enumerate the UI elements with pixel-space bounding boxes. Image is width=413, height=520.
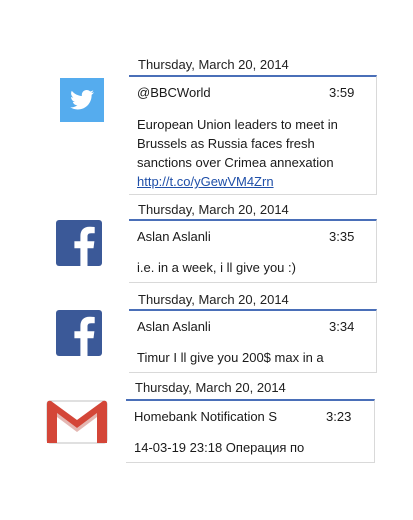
- message-line: Brussels as Russia faces fresh: [137, 136, 315, 151]
- notification-date: Thursday, March 20, 2014: [138, 202, 289, 217]
- message-line: European Union leaders to meet in: [137, 117, 338, 132]
- notification-card[interactable]: Aslan Aslanli 3:35 i.e. in a week, i ll …: [129, 219, 377, 283]
- facebook-f-icon: [56, 310, 102, 356]
- message-line: sanctions over Crimea annexation: [137, 155, 334, 170]
- tweet-link[interactable]: http://t.co/yGewVM4Zrn: [137, 172, 373, 191]
- notification-time: 3:23: [326, 409, 352, 424]
- message-body: 14-03-19 23:18 Операция по: [134, 440, 305, 455]
- twitter-bird-icon: [60, 78, 104, 122]
- sender-name: Homebank Notification S: [134, 409, 278, 424]
- notification-date: Thursday, March 20, 2014: [138, 57, 289, 72]
- notification-card[interactable]: @BBCWorld 3:59 European Union leaders to…: [129, 75, 377, 195]
- notification-time: 3:34: [329, 319, 355, 334]
- gmail-envelope-icon: [46, 399, 108, 445]
- notification-card[interactable]: Homebank Notification S 3:23 14-03-19 23…: [126, 399, 375, 463]
- sender-name: Aslan Aslanli: [137, 319, 211, 334]
- message-body: i.e. in a week, i ll give you :): [137, 260, 296, 275]
- notification-card[interactable]: Aslan Aslanli 3:34 Timur I ll give you 2…: [129, 309, 377, 373]
- message-body: European Union leaders to meet in Brusse…: [137, 115, 373, 191]
- notification-date: Thursday, March 20, 2014: [138, 292, 289, 307]
- message-body: Timur I ll give you 200$ max in a: [137, 350, 324, 365]
- sender-name: @BBCWorld: [137, 85, 211, 100]
- notification-date: Thursday, March 20, 2014: [135, 380, 286, 395]
- facebook-f-icon: [56, 220, 102, 266]
- notification-time: 3:59: [329, 85, 355, 100]
- notification-time: 3:35: [329, 229, 355, 244]
- sender-name: Aslan Aslanli: [137, 229, 211, 244]
